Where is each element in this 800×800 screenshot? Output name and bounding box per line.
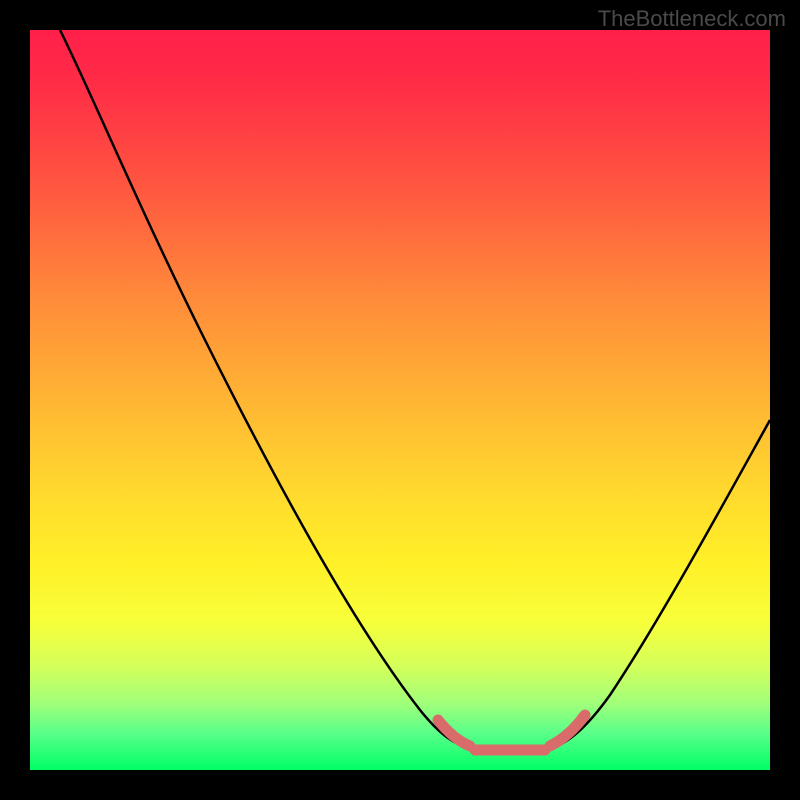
chart-svg: [30, 30, 770, 770]
chart-plot-area: [30, 30, 770, 770]
bottleneck-curve-line: [60, 30, 770, 748]
optimal-zone-left-marker: [438, 720, 470, 746]
watermark-text: TheBottleneck.com: [598, 6, 786, 32]
